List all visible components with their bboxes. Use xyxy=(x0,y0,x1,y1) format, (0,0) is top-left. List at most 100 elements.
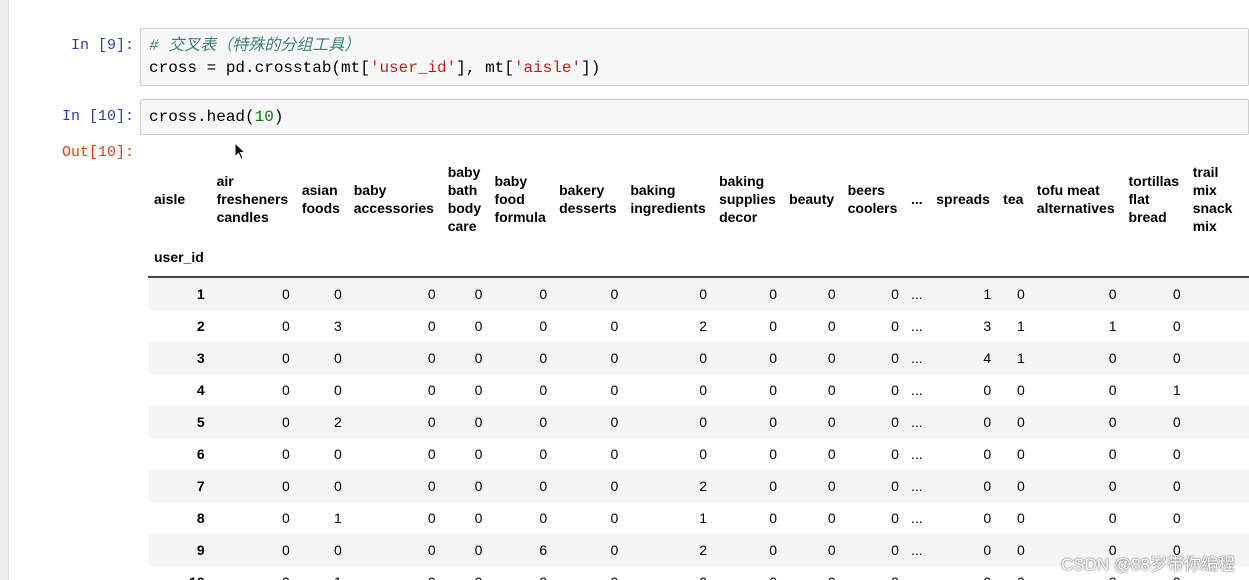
code-text: ]) xyxy=(581,59,601,77)
table-cell: ... xyxy=(910,414,923,430)
column-header: asian foods xyxy=(301,182,340,216)
table-cell: 0 xyxy=(427,446,436,462)
column-header-row: aisle air fresheners candles asian foods b… xyxy=(148,160,1249,238)
output-10-prompt: Out[10]: xyxy=(61,144,134,161)
watermark: CSDN @88岁带你编程 xyxy=(1060,555,1235,574)
table-cell: 0 xyxy=(699,414,708,430)
table-cell: 0 xyxy=(427,510,436,526)
table-cell: 0 xyxy=(539,286,548,302)
table-cell: 1 xyxy=(983,286,992,302)
table-cell: 0 xyxy=(474,286,483,302)
table-cell: 0 xyxy=(610,478,619,494)
empty-header-cell xyxy=(1187,238,1249,277)
code-string: 'user_id' xyxy=(369,59,457,77)
table-cell: 0 xyxy=(891,542,899,558)
column-header: trail mix snack mix xyxy=(1192,164,1233,234)
table-cell: 0 xyxy=(282,286,290,302)
empty-header-cell xyxy=(905,238,930,277)
column-header: beers coolers xyxy=(847,182,898,216)
table-cell: 0 xyxy=(1172,318,1181,334)
index-name: user_id xyxy=(154,249,204,265)
table-cell: ... xyxy=(910,350,923,366)
empty-header-cell xyxy=(211,238,296,277)
table-cell: 0 xyxy=(474,414,483,430)
table-cell: ... xyxy=(910,542,923,558)
table-cell xyxy=(1187,470,1249,502)
table-cell: 0 xyxy=(783,566,842,580)
table-cell: 0 xyxy=(539,446,548,462)
row-index: 5 xyxy=(196,414,205,430)
row-index: 3 xyxy=(196,350,205,366)
table-cell: 0 xyxy=(827,382,836,398)
table-cell: 0 xyxy=(333,350,342,366)
column-header: baby food formula xyxy=(494,173,546,225)
empty-header-cell xyxy=(296,238,348,277)
table-cell: 2 xyxy=(699,318,708,334)
notebook-left-margin xyxy=(0,0,9,580)
table-cell: 0 xyxy=(282,382,290,398)
code-cell-9[interactable]: # 交叉表（特殊的分组工具） cross = pd.crosstab(mt['u… xyxy=(140,28,1249,86)
column-header: tortillas flat bread xyxy=(1128,173,1180,225)
table-cell: 0 xyxy=(891,382,899,398)
table-cell: 1 xyxy=(1172,382,1181,398)
table-cell: 0 xyxy=(769,286,778,302)
table-cell: 0 xyxy=(769,446,778,462)
table-cell: 0 xyxy=(983,510,992,526)
table-cell: 0 xyxy=(1108,286,1117,302)
table-cell: 0 xyxy=(474,350,483,366)
column-header: spreads xyxy=(936,191,990,207)
table-cell: ... xyxy=(910,446,923,462)
table-cell: 0 xyxy=(1016,286,1025,302)
table-cell: 0 xyxy=(1172,350,1181,366)
crosstab-table: aisle air fresheners candles asian foods b… xyxy=(148,160,1249,580)
table-cell: 0 xyxy=(442,566,489,580)
columns-name: aisle xyxy=(154,191,186,207)
column-header: baby accessories xyxy=(353,182,434,216)
table-cell: 0 xyxy=(1016,382,1025,398)
table-cell: 0 xyxy=(348,566,442,580)
table-cell: 0 xyxy=(333,286,342,302)
table-cell: 0 xyxy=(427,286,436,302)
table-cell: 0 xyxy=(474,542,483,558)
column-header: tea xyxy=(1003,191,1024,207)
table-cell: 0 xyxy=(427,318,436,334)
table-cell: 0 xyxy=(827,286,836,302)
code-cell-10[interactable]: cross.head(10) xyxy=(140,99,1249,135)
row-index: 2 xyxy=(196,318,205,334)
table-cell: 3 xyxy=(983,318,992,334)
index-name-row: user_id xyxy=(148,238,1249,277)
table-cell: 2 xyxy=(699,542,708,558)
table-cell: 0 xyxy=(769,350,778,366)
empty-header-cell xyxy=(997,238,1031,277)
column-header: baby bath body care xyxy=(447,164,482,234)
table-row: 5 0 2 0 0 0 0 0 0 0 0... 0 0 0 0 xyxy=(148,406,1249,438)
table-cell: 0 xyxy=(282,350,290,366)
table-cell: 0 xyxy=(1016,478,1025,494)
code-comment: # 交叉表（特殊的分组工具） xyxy=(149,37,361,55)
table-cell: 0 xyxy=(983,446,992,462)
table-cell: 0 xyxy=(610,510,619,526)
table-cell: 1 xyxy=(1108,318,1117,334)
table-cell: 0 xyxy=(1108,446,1117,462)
code-text: ], mt[ xyxy=(456,59,514,77)
table-cell: 0 xyxy=(427,350,436,366)
table-cell: 0 xyxy=(769,542,778,558)
table-cell: 0 xyxy=(827,446,836,462)
table-cell: 3 xyxy=(333,318,342,334)
code-text: cross.head( xyxy=(149,108,255,126)
table-cell: 0 xyxy=(699,382,708,398)
table-cell: 0 xyxy=(333,446,342,462)
table-cell: ... xyxy=(910,510,923,526)
row-index: 10 xyxy=(148,566,211,580)
code-string: 'aisle' xyxy=(513,59,582,77)
table-cell: 0 xyxy=(1172,510,1181,526)
table-cell: 0 xyxy=(891,510,899,526)
table-cell: 0 xyxy=(1108,414,1117,430)
table-cell xyxy=(1187,310,1249,342)
table-cell: 0 xyxy=(333,478,342,494)
table-cell: 0 xyxy=(539,510,548,526)
table-cell: 2 xyxy=(699,478,708,494)
empty-header-cell xyxy=(930,238,997,277)
empty-header-cell xyxy=(1031,238,1123,277)
code-text: cross = pd.crosstab(mt[ xyxy=(149,59,370,77)
